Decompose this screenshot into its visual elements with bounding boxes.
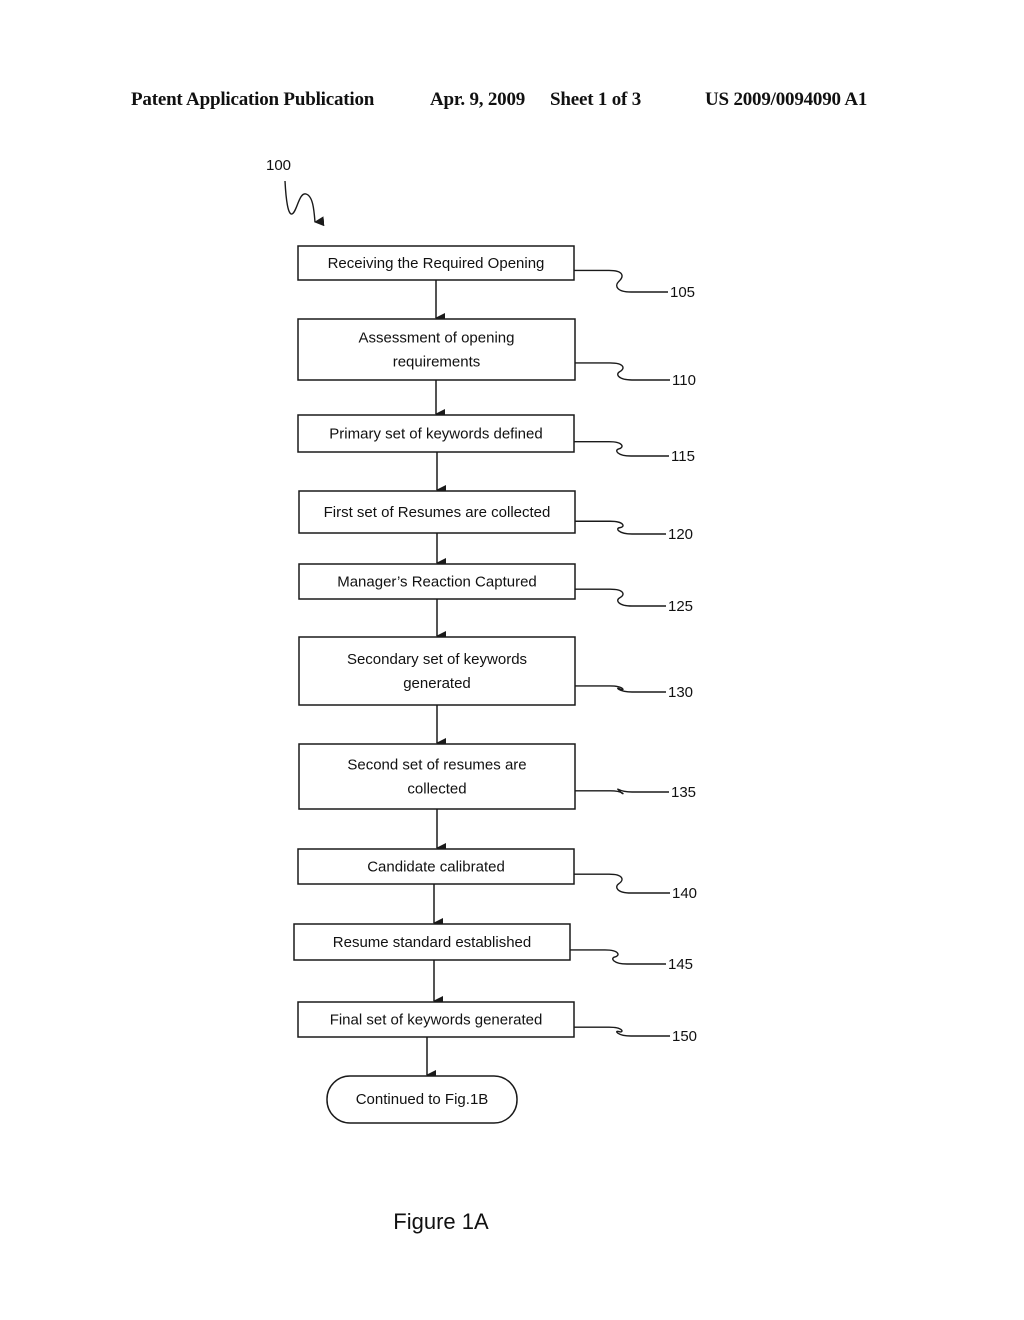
reference-leader-line bbox=[574, 1026, 670, 1037]
step-145: Resume standard established 145 bbox=[293, 923, 693, 973]
step-label: Assessment of opening bbox=[359, 330, 515, 347]
step-130: Secondary set of keywords generated 130 bbox=[298, 636, 693, 706]
step-label: Manager’s Reaction Captured bbox=[337, 574, 537, 591]
reference-numeral: 145 bbox=[668, 956, 693, 973]
terminator-label: Continued to Fig.1B bbox=[356, 1091, 489, 1108]
step-label: generated bbox=[403, 675, 471, 692]
step-box bbox=[297, 318, 576, 381]
reference-leader-line bbox=[574, 873, 670, 894]
step-box bbox=[298, 636, 576, 706]
reference-leader-line bbox=[575, 520, 666, 535]
reference-leader-line bbox=[575, 362, 670, 381]
reference-leader-line bbox=[570, 949, 666, 965]
step-110: Assessment of opening requirements 110 bbox=[297, 318, 696, 389]
reference-leader-line bbox=[574, 269, 668, 293]
reference-numeral: 140 bbox=[672, 885, 697, 902]
reference-numeral: 130 bbox=[668, 684, 693, 701]
step-135: Second set of resumes are collected 135 bbox=[298, 743, 696, 810]
step-120: First set of Resumes are collected 120 bbox=[298, 490, 693, 543]
step-label: collected bbox=[407, 781, 466, 798]
reference-leader-line bbox=[575, 788, 669, 795]
reference-numeral: 110 bbox=[672, 372, 696, 389]
step-140: Candidate calibrated 140 bbox=[297, 848, 697, 902]
reference-numeral: 135 bbox=[671, 784, 696, 801]
step-label: Primary set of keywords defined bbox=[329, 426, 542, 443]
flowchart: 100 Receiving the Required Opening 105 Ass… bbox=[266, 157, 697, 1234]
step-box bbox=[298, 743, 576, 810]
reference-numeral: 115 bbox=[671, 448, 695, 465]
ref-label-100: 100 bbox=[266, 157, 291, 174]
step-label: Receiving the Required Opening bbox=[328, 255, 545, 272]
step-150: Final set of keywords generated 150 bbox=[297, 1001, 697, 1045]
reference-leader-line bbox=[574, 440, 669, 457]
reference-numeral: 120 bbox=[668, 526, 693, 543]
ref-100-squiggle-arrow bbox=[284, 180, 325, 227]
step-label: Resume standard established bbox=[333, 934, 531, 951]
reference-numeral: 125 bbox=[668, 598, 693, 615]
step-125: Manager’s Reaction Captured 125 bbox=[298, 563, 693, 615]
step-label: Second set of resumes are bbox=[347, 757, 526, 774]
step-115: Primary set of keywords defined 115 bbox=[297, 414, 695, 465]
step-label: First set of Resumes are collected bbox=[324, 504, 551, 521]
reference-leader-line bbox=[575, 685, 666, 693]
step-label: Final set of keywords generated bbox=[330, 1012, 543, 1029]
step-label: requirements bbox=[393, 354, 481, 371]
reference-numeral: 150 bbox=[672, 1028, 697, 1045]
reference-numeral: 105 bbox=[670, 284, 695, 301]
step-105: Receiving the Required Opening 105 bbox=[297, 245, 695, 301]
reference-leader-line bbox=[575, 588, 666, 607]
step-label: Candidate calibrated bbox=[367, 859, 505, 876]
step-label: Secondary set of keywords bbox=[347, 651, 527, 668]
figure-caption: Figure 1A bbox=[393, 1209, 489, 1234]
